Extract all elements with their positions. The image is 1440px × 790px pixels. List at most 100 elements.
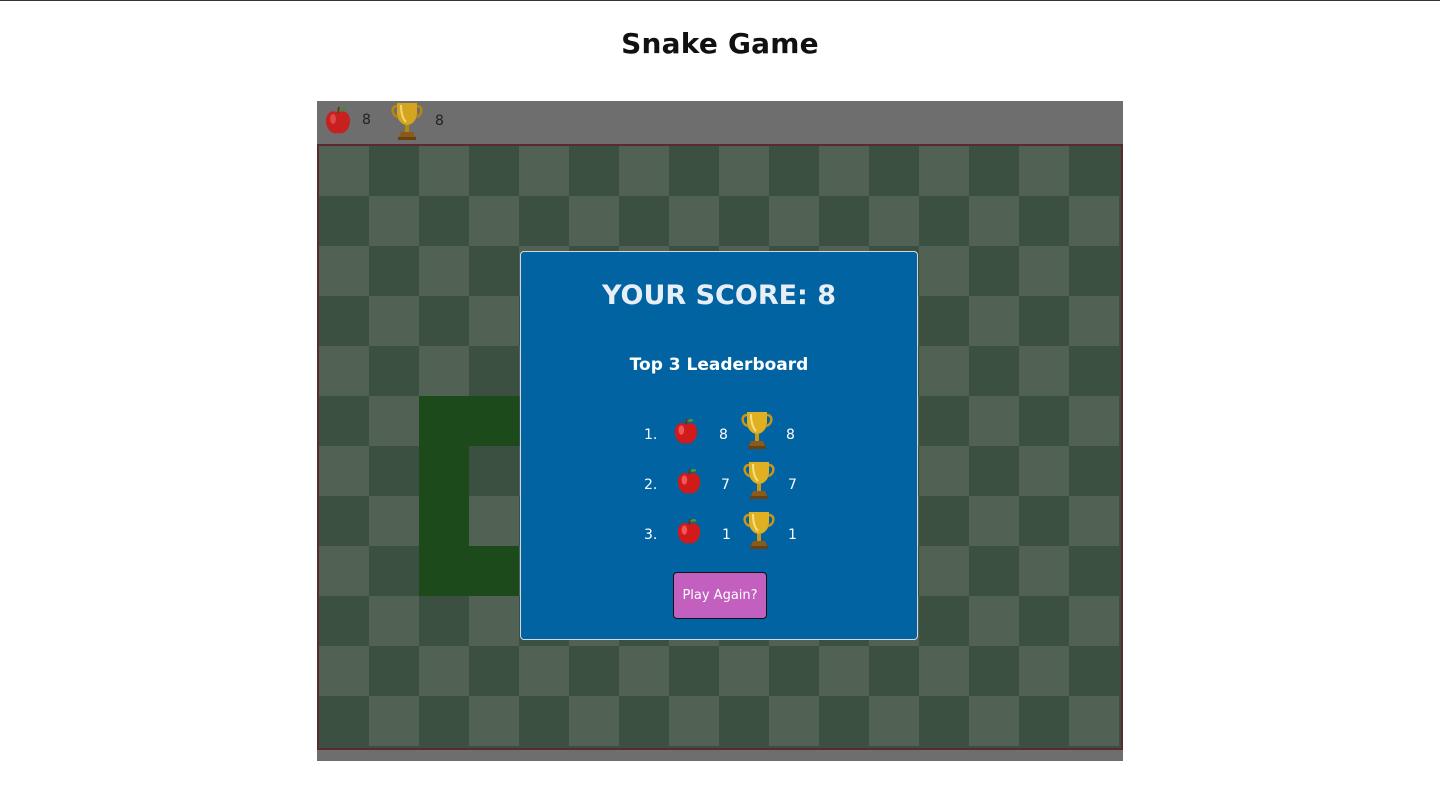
board-cell	[969, 196, 1019, 246]
leaderboard-rank: 3.	[644, 527, 658, 543]
high-score: 8	[389, 101, 444, 141]
leaderboard-apples: 1	[722, 527, 731, 543]
apple-icon	[324, 105, 352, 135]
board-cell	[319, 296, 369, 346]
board-cell	[369, 646, 419, 696]
board-cell	[819, 196, 869, 246]
snake-segment	[419, 496, 469, 546]
board-cell	[669, 696, 719, 746]
board-cell	[569, 646, 619, 696]
board-cell	[919, 446, 969, 496]
board-cell	[369, 246, 419, 296]
board-cell	[769, 696, 819, 746]
board-cell	[419, 246, 469, 296]
board-cell	[369, 146, 419, 196]
board-cell	[469, 696, 519, 746]
board-cell	[319, 346, 369, 396]
final-score: YOUR SCORE: 8	[601, 280, 837, 311]
board-cell	[519, 696, 569, 746]
board-cell	[1069, 346, 1119, 396]
board-cell	[1019, 546, 1069, 596]
board-cell	[1069, 596, 1119, 646]
board-cell	[1019, 496, 1069, 546]
board-cell	[1069, 246, 1119, 296]
board-cell	[919, 396, 969, 446]
leaderboard-trophies: 1	[788, 527, 797, 543]
leaderboard-rank: 1.	[644, 427, 658, 443]
apple-icon	[676, 517, 702, 545]
board-cell	[919, 196, 969, 246]
board-cell	[319, 596, 369, 646]
board-cell	[919, 496, 969, 546]
board-cell	[369, 296, 419, 346]
snake-segment	[419, 446, 469, 496]
board-cell	[519, 646, 569, 696]
board-cell	[969, 346, 1019, 396]
board-cell	[619, 646, 669, 696]
board-cell	[969, 396, 1019, 446]
board-cell	[669, 196, 719, 246]
board-cell	[419, 646, 469, 696]
board-cell	[669, 146, 719, 196]
board-cell	[769, 146, 819, 196]
board-cell	[369, 596, 419, 646]
leaderboard-apples: 8	[719, 427, 728, 443]
board-cell	[819, 696, 869, 746]
board-cell	[969, 296, 1019, 346]
board-cell	[469, 296, 519, 346]
board-cell	[919, 696, 969, 746]
board-cell	[869, 146, 919, 196]
board-cell	[419, 146, 469, 196]
board-cell	[819, 146, 869, 196]
leaderboard-title: Top 3 Leaderboard	[629, 355, 809, 375]
game-over-dialog: YOUR SCORE: 8 Top 3 Leaderboard 1. 8 8 2…	[520, 251, 918, 640]
current-score-value: 8	[362, 112, 371, 128]
board-cell	[1019, 596, 1069, 646]
leaderboard-row: 1. 8 8	[521, 412, 917, 456]
board-cell	[419, 696, 469, 746]
board-cell	[919, 596, 969, 646]
page-title: Snake Game	[621, 27, 819, 60]
trophy-icon	[741, 510, 777, 550]
board-cell	[1019, 146, 1069, 196]
play-again-button[interactable]: Play Again?	[673, 572, 767, 619]
board-cell	[469, 146, 519, 196]
board-cell	[319, 196, 369, 246]
board-cell	[1069, 446, 1119, 496]
snake-segment	[419, 396, 469, 446]
board-cell	[519, 196, 569, 246]
apple-icon	[676, 467, 702, 495]
snake-segment	[469, 396, 519, 446]
high-score-value: 8	[435, 113, 444, 129]
leaderboard-apples: 7	[721, 477, 730, 493]
board-cell	[369, 696, 419, 746]
board-cell	[319, 496, 369, 546]
board-cell	[719, 696, 769, 746]
leaderboard-trophies: 8	[786, 427, 795, 443]
board-cell	[719, 646, 769, 696]
board-cell	[469, 596, 519, 646]
board-cell	[1019, 196, 1069, 246]
board-cell	[369, 496, 419, 546]
board-cell	[569, 696, 619, 746]
board-cell	[969, 446, 1019, 496]
board-cell	[1019, 246, 1069, 296]
board-cell	[369, 346, 419, 396]
board-cell	[819, 646, 869, 696]
snake-segment	[469, 546, 519, 596]
leaderboard-row: 3. 1 1	[521, 512, 917, 556]
board-cell	[469, 446, 519, 496]
board-cell	[619, 146, 669, 196]
board-cell	[1019, 396, 1069, 446]
board-cell	[969, 246, 1019, 296]
board-cell	[1069, 196, 1119, 246]
board-cell	[719, 196, 769, 246]
board-cell	[569, 196, 619, 246]
board-cell	[1069, 296, 1119, 346]
board-cell	[969, 646, 1019, 696]
board-cell	[869, 646, 919, 696]
score-bar: 8 8	[317, 101, 1123, 144]
board-cell	[469, 346, 519, 396]
board-cell	[769, 196, 819, 246]
snake-segment	[419, 546, 469, 596]
